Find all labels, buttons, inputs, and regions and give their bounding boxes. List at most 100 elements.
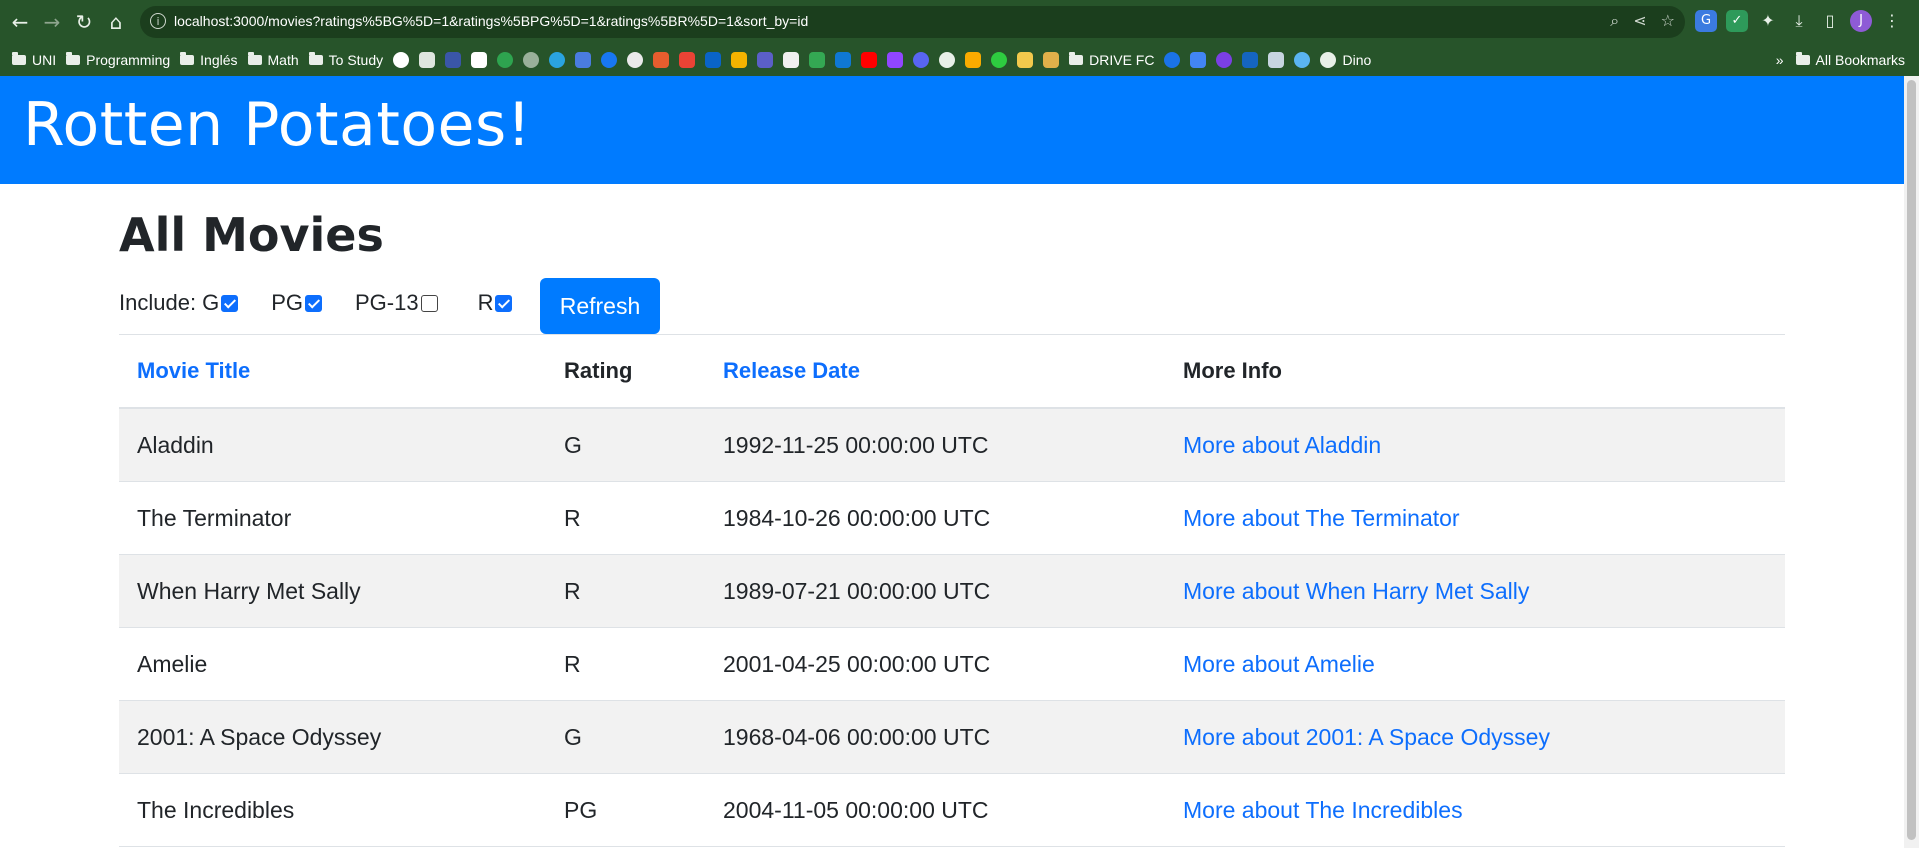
globe-icon: [1320, 52, 1337, 68]
bookmark-folder-ingles[interactable]: Inglés: [180, 49, 238, 71]
drive-icon[interactable]: [809, 52, 826, 68]
all-bookmarks-folder[interactable]: All Bookmarks: [1795, 49, 1905, 71]
scrollbar-thumb[interactable]: [1907, 80, 1916, 840]
star-icon[interactable]: ☆: [1661, 11, 1675, 31]
bookmark-folder-programming[interactable]: Programming: [66, 49, 170, 71]
bookmark-site-icon[interactable]: [1216, 52, 1233, 68]
movie-title-cell: The Terminator: [119, 481, 546, 555]
more-info-cell: More about 2001: A Space Odyssey: [1165, 700, 1785, 774]
rating-option-pg: PG: [271, 290, 322, 316]
bookmark-folder-to-study[interactable]: To Study: [308, 49, 383, 71]
movie-rating-cell: R: [546, 554, 705, 628]
browser-toolbar: ← → ↻ ⌂ i localhost:3000/movies?ratings%…: [0, 0, 1919, 44]
more-info-link[interactable]: More about Aladdin: [1183, 432, 1381, 458]
shield-extension-icon[interactable]: ✓: [1726, 10, 1748, 32]
twitch-icon[interactable]: [887, 52, 904, 68]
movie-title-cell: The Incredibles: [119, 773, 546, 847]
bookmark-dino[interactable]: Dino: [1320, 49, 1371, 71]
more-info-cell: More about Aladdin: [1165, 408, 1785, 482]
bookmark-folder-drive-fc[interactable]: DRIVE FC: [1069, 49, 1154, 71]
bookmark-site-icon[interactable]: [575, 52, 592, 68]
folder-icon: [247, 52, 262, 65]
bookmark-site-icon[interactable]: [419, 52, 436, 68]
table-header-row: Movie Title Rating Release Date More Inf…: [119, 334, 1785, 409]
share-icon[interactable]: ⋖: [1633, 11, 1646, 31]
teams-icon[interactable]: [757, 52, 774, 68]
page-scrollbar[interactable]: [1904, 76, 1919, 848]
bookmark-site-icon[interactable]: [471, 52, 488, 68]
movie-rating-cell: PG: [546, 773, 705, 847]
more-info-link[interactable]: More about The Incredibles: [1183, 797, 1463, 823]
side-panel-icon[interactable]: ▯: [1819, 10, 1841, 32]
bookmark-folder-math[interactable]: Math: [247, 49, 299, 71]
gitlab-icon[interactable]: [653, 52, 670, 68]
home-icon[interactable]: ⌂: [104, 10, 128, 34]
bookmark-site-icon[interactable]: [991, 52, 1008, 68]
bookmarks-overflow-icon[interactable]: »: [1776, 52, 1784, 68]
translate-extension-icon[interactable]: G: [1695, 10, 1717, 32]
youtube-icon[interactable]: [861, 52, 878, 68]
address-bar[interactable]: i localhost:3000/movies?ratings%5BG%5D=1…: [140, 6, 1685, 38]
forward-icon[interactable]: →: [40, 10, 64, 34]
zoom-icon[interactable]: ⌕: [1610, 11, 1619, 31]
rating-option-r: R: [478, 290, 513, 316]
table-row: When Harry Met Sally R 1989-07-21 00:00:…: [119, 554, 1785, 628]
extensions-puzzle-icon[interactable]: ✦: [1757, 10, 1779, 32]
folder-icon: [308, 52, 323, 65]
outlook-icon[interactable]: [705, 52, 722, 68]
folder-icon: [1069, 52, 1084, 65]
movie-release-date-cell: 1992-11-25 00:00:00 UTC: [705, 408, 1165, 482]
download-icon[interactable]: ⤓: [1788, 10, 1810, 32]
more-info-cell: More about The Incredibles: [1165, 773, 1785, 847]
gmail-icon[interactable]: [679, 52, 696, 68]
reload-icon[interactable]: ↻: [72, 10, 96, 34]
bookmark-site-icon[interactable]: [393, 52, 410, 68]
more-info-header: More Info: [1165, 334, 1785, 409]
movie-title-cell: Aladdin: [119, 408, 546, 482]
movies-table: Movie Title Rating Release Date More Inf…: [119, 334, 1785, 847]
movie-release-date-cell: 1984-10-26 00:00:00 UTC: [705, 481, 1165, 555]
more-info-link[interactable]: More about When Harry Met Sally: [1183, 578, 1529, 604]
onedrive-icon[interactable]: [835, 52, 852, 68]
bookmark-site-icon[interactable]: [549, 52, 566, 68]
url-text[interactable]: localhost:3000/movies?ratings%5BG%5D=1&r…: [174, 13, 808, 29]
movie-rating-cell: R: [546, 481, 705, 555]
more-info-link[interactable]: More about Amelie: [1183, 651, 1375, 677]
rating-checkbox-pg[interactable]: [304, 294, 322, 312]
bookmark-site-icon[interactable]: [731, 52, 748, 68]
bookmark-site-icon[interactable]: [497, 52, 514, 68]
movie-title-cell: 2001: A Space Odyssey: [119, 700, 546, 774]
site-info-icon[interactable]: i: [150, 13, 166, 29]
bookmark-site-icon[interactable]: [783, 52, 800, 68]
rating-checkbox-g[interactable]: [221, 294, 239, 312]
menu-kebab-icon[interactable]: ⋮: [1881, 10, 1903, 32]
more-info-link[interactable]: More about 2001: A Space Odyssey: [1183, 724, 1550, 750]
bookmark-site-icon[interactable]: [445, 52, 462, 68]
steam-icon[interactable]: [1268, 52, 1285, 68]
rating-checkbox-r[interactable]: [495, 294, 513, 312]
bookmark-site-icon[interactable]: [1164, 52, 1181, 68]
bookmark-site-icon[interactable]: [1242, 52, 1259, 68]
github-icon[interactable]: [627, 52, 644, 68]
cloud-icon[interactable]: [1294, 52, 1311, 68]
hourglass-icon[interactable]: [1043, 52, 1060, 68]
app-title[interactable]: Rotten Potatoes!: [23, 90, 531, 160]
sort-by-title-header[interactable]: Movie Title: [119, 334, 546, 409]
discord-icon[interactable]: [913, 52, 930, 68]
bookmark-site-icon[interactable]: [1017, 52, 1034, 68]
bookmark-site-icon[interactable]: [523, 52, 540, 68]
analytics-icon[interactable]: [965, 52, 982, 68]
back-icon[interactable]: ←: [8, 10, 32, 34]
rating-checkbox-pg13[interactable]: [420, 294, 438, 312]
rating-label-r: R: [477, 290, 494, 315]
bookmark-folder-uni[interactable]: UNI: [12, 49, 56, 71]
profile-avatar[interactable]: J: [1850, 10, 1872, 32]
more-info-link[interactable]: More about The Terminator: [1183, 505, 1460, 531]
more-info-cell: More about When Harry Met Sally: [1165, 554, 1785, 628]
sort-by-release-date-header[interactable]: Release Date: [705, 334, 1165, 409]
rating-option-pg13: PG-13: [355, 290, 438, 316]
globe-icon[interactable]: [939, 52, 956, 68]
facebook-icon[interactable]: [601, 52, 618, 68]
bookmark-site-icon[interactable]: [1190, 52, 1207, 68]
refresh-button[interactable]: Refresh: [540, 278, 660, 334]
